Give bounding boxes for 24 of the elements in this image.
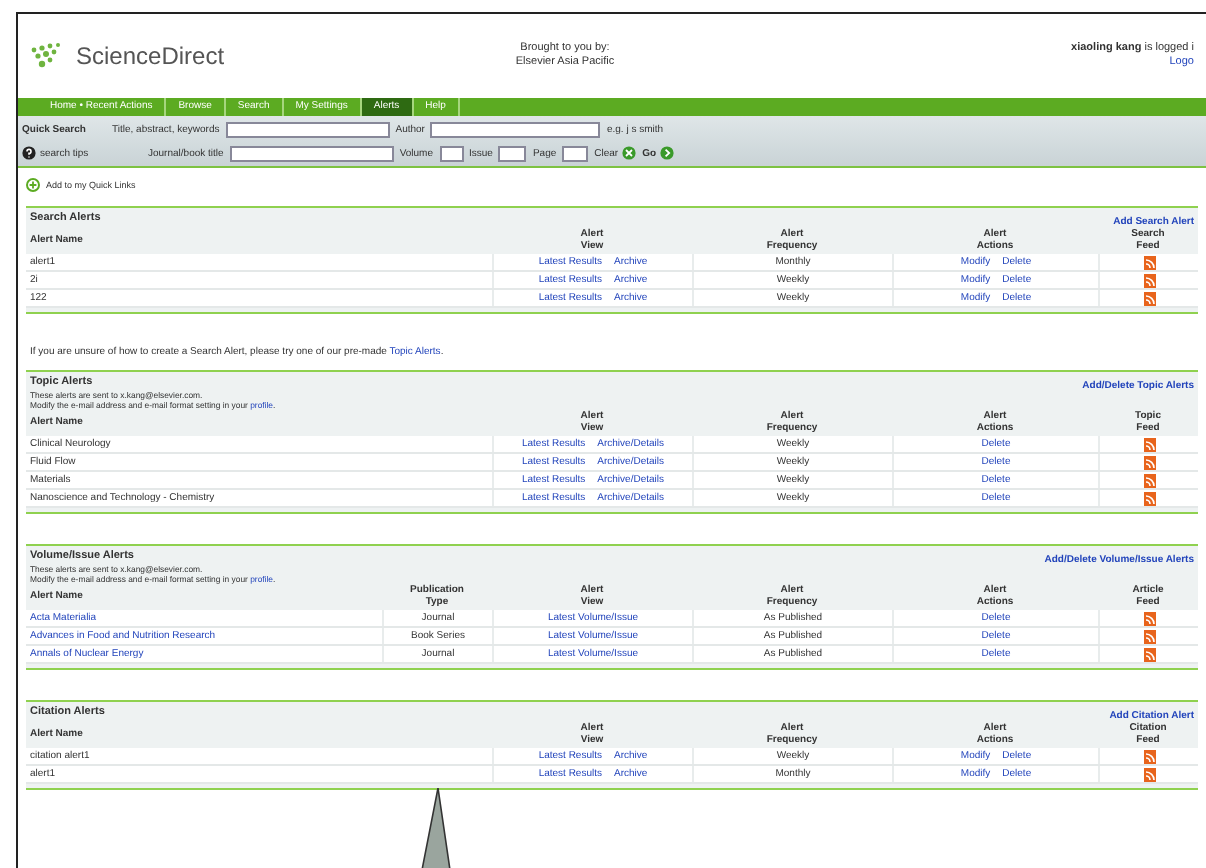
arrow-right-icon: [660, 146, 675, 160]
rss-icon[interactable]: [1143, 255, 1155, 269]
rss-icon[interactable]: [1143, 767, 1155, 781]
search-field[interactable]: [225, 121, 390, 137]
rss-icon[interactable]: [1143, 491, 1155, 505]
search-field[interactable]: [439, 145, 463, 161]
search-field[interactable]: [562, 145, 589, 161]
rss-icon[interactable]: [1143, 749, 1155, 763]
logo-text[interactable]: ScienceDirect: [76, 42, 225, 70]
help-icon: [22, 146, 36, 160]
rss-icon[interactable]: [1143, 291, 1155, 305]
add-circle-icon: [26, 178, 40, 192]
search-field[interactable]: [430, 121, 601, 137]
rss-icon[interactable]: [1143, 273, 1155, 287]
rss-icon[interactable]: [1143, 437, 1155, 451]
rss-icon[interactable]: [1143, 647, 1155, 661]
search-field[interactable]: [498, 145, 527, 161]
rss-icon[interactable]: [1143, 611, 1155, 625]
rss-icon[interactable]: [1143, 473, 1155, 487]
rss-icon[interactable]: [1143, 629, 1155, 643]
search-field[interactable]: [229, 145, 394, 161]
callout-pointer: [420, 788, 452, 868]
close-icon: [622, 146, 637, 160]
rss-icon[interactable]: [1143, 455, 1155, 469]
